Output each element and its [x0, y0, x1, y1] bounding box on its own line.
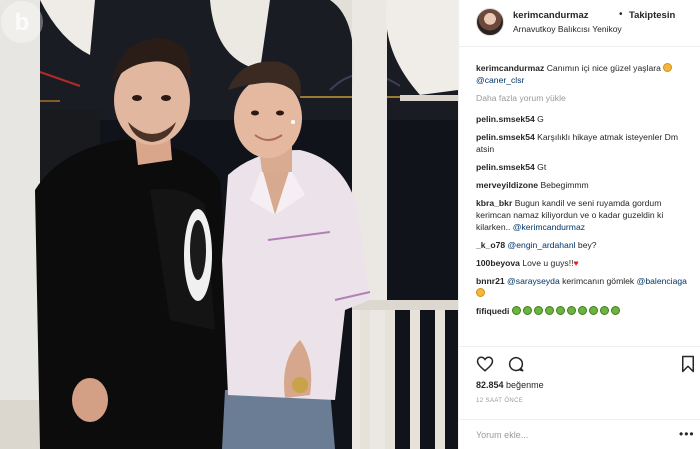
bookmark-icon[interactable] — [679, 355, 697, 373]
comment-username[interactable]: 100beyova — [476, 258, 520, 268]
load-more-comments-link[interactable]: Daha fazla yorum yükle — [476, 92, 690, 104]
list-item: pelin.smsek54 Karşılıklı hikaye atmak is… — [476, 131, 690, 155]
header-separator: • — [619, 9, 623, 20]
comment-mention[interactable]: @engin_ardahanl — [508, 240, 576, 250]
comment-text: G — [537, 114, 544, 124]
more-options-icon[interactable]: ••• — [679, 427, 695, 441]
heart-emoji-icon: ♥ — [573, 258, 579, 268]
list-item: merveyildizone Bebegimmm — [476, 179, 690, 191]
list-item: pelin.smsek54 G — [476, 113, 690, 125]
likes-count[interactable]: 82.854 beğenme — [476, 380, 544, 390]
green-face-emoji-icon — [511, 306, 521, 315]
heart-outline-icon[interactable] — [476, 355, 494, 373]
avatar[interactable] — [476, 8, 504, 36]
comment-username[interactable]: pelin.smsek54 — [476, 114, 535, 124]
comment-username[interactable]: merveyildizone — [476, 180, 538, 190]
list-item: 100beyova Love u guys!!♥ — [476, 257, 690, 269]
comment-text: Gt — [537, 162, 547, 172]
green-face-emoji-row — [511, 306, 622, 316]
comment-text: Love u guys!! — [522, 258, 574, 268]
green-face-emoji-icon — [599, 306, 609, 315]
comment-username[interactable]: _k_o78 — [476, 240, 505, 250]
watermark-logo-icon: b — [1, 1, 43, 43]
likes-number: 82.854 — [476, 380, 504, 390]
green-face-emoji-icon — [533, 306, 543, 315]
list-item: _k_o78 @engin_ardahanl bey? — [476, 239, 690, 251]
comment-username[interactable]: pelin.smsek54 — [476, 162, 535, 172]
green-face-emoji-icon — [610, 306, 620, 315]
comment-username[interactable]: kbra_bkr — [476, 198, 512, 208]
caption-mention[interactable]: @caner_clsr — [476, 75, 524, 85]
post-location[interactable]: Arnavutkoy Balıkcısı Yenikoy — [513, 24, 622, 34]
green-face-emoji-icon — [555, 306, 565, 315]
post-username[interactable]: kerimcandurmaz — [513, 10, 589, 21]
caption-text: Canımın içi nice güzel yaşlara — [546, 63, 661, 73]
comment-mention-2[interactable]: @balenciaga — [637, 276, 687, 286]
svg-text:b: b — [15, 9, 30, 36]
comment-text: kerimcanın gömlek — [562, 276, 635, 286]
add-comment-input[interactable] — [476, 426, 656, 444]
comments-list: kerimcandurmaz Canımın içi nice güzel ya… — [476, 62, 690, 323]
list-item: fifiquedi — [476, 305, 690, 317]
likes-label: beğenme — [506, 380, 544, 390]
post-image — [0, 0, 458, 449]
green-face-emoji-icon — [588, 306, 598, 315]
comment-username[interactable]: fifiquedi — [476, 306, 509, 316]
comment-username[interactable]: pelin.smsek54 — [476, 132, 535, 142]
comment-text: Bebegimmm — [540, 180, 589, 190]
add-comment-bar: ••• — [459, 419, 700, 449]
caption-username[interactable]: kerimcandurmaz — [476, 63, 544, 73]
comment-username[interactable]: bnnr21 — [476, 276, 505, 286]
green-face-emoji-icon — [544, 306, 554, 315]
list-item: pelin.smsek54 Gt — [476, 161, 690, 173]
comment-mention[interactable]: @kerimcandurmaz — [513, 222, 585, 232]
green-face-emoji-icon — [566, 306, 576, 315]
shocked-face-emoji-icon — [476, 288, 485, 297]
caption: kerimcandurmaz Canımın içi nice güzel ya… — [476, 62, 690, 86]
green-face-emoji-icon — [522, 306, 532, 315]
list-item: bnnr21 @sarayseyda kerimcanın gömlek @ba… — [476, 275, 690, 299]
post-header: kerimcandurmaz • Takiptesin Arnavutkoy B… — [459, 0, 700, 47]
green-face-emoji-icon — [577, 306, 587, 315]
post-photo[interactable]: b — [0, 0, 458, 449]
comment-text: bey? — [577, 240, 597, 250]
follow-status-button[interactable]: Takiptesin — [629, 10, 675, 21]
comment-bubble-icon[interactable] — [507, 355, 525, 373]
post-side-panel: kerimcandurmaz • Takiptesin Arnavutkoy B… — [458, 0, 700, 449]
list-item: kbra_bkr Bugun kandil ve seni ruyamda go… — [476, 197, 690, 233]
post-actions — [459, 346, 700, 376]
comment-mention[interactable]: @sarayseyda — [507, 276, 560, 286]
post-timestamp: 12 SAAT ÖNCE — [476, 398, 524, 404]
smiling-face-emoji-icon — [663, 63, 673, 72]
